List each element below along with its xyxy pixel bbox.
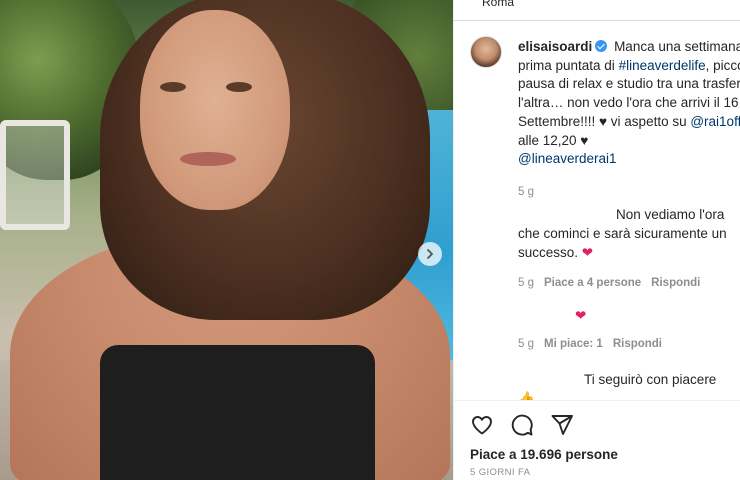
likes-count[interactable]: Piace a 19.696 persone xyxy=(470,447,618,462)
photo-eye xyxy=(160,82,186,92)
photo-face xyxy=(140,10,290,210)
comment-meta: 5 g Piace a 4 persone Rispondi xyxy=(518,274,733,293)
photo-chair xyxy=(0,120,70,230)
chevron-right-icon xyxy=(427,249,434,259)
comment-button[interactable] xyxy=(510,413,534,437)
share-icon xyxy=(551,415,573,435)
share-button[interactable] xyxy=(550,413,574,437)
divider xyxy=(454,20,740,21)
photo-eye xyxy=(226,82,252,92)
post-photo xyxy=(0,0,453,480)
comment-text: Ti seguirò con piacere xyxy=(584,372,717,387)
caption-meta: 5 g xyxy=(518,183,740,202)
caption-part: alle 12,20 ♥ xyxy=(518,132,589,148)
post-footer: Piace a 19.696 persone 5 GIORNI FA xyxy=(454,400,740,480)
mention-link[interactable]: @rai1official xyxy=(690,114,740,129)
caption-text: elisaisoardi Manca una settimana alla pr… xyxy=(518,38,740,202)
avatar[interactable] xyxy=(470,36,502,68)
reply-button[interactable]: Rispondi xyxy=(651,277,700,289)
caption-time: 5 g xyxy=(518,185,534,198)
reply-button[interactable]: Rispondi xyxy=(613,338,662,350)
comment-icon xyxy=(511,414,533,436)
heart-emoji: ❤ xyxy=(575,308,587,323)
mention-link[interactable]: @lineaverderai1 xyxy=(518,151,617,166)
comment-item: ❤ 5 g Mi piace: 1 Rispondi xyxy=(518,306,733,354)
heart-emoji: ❤ xyxy=(581,245,594,260)
next-photo-button[interactable] xyxy=(418,242,442,266)
comment-time: 5 g xyxy=(518,338,534,350)
comment-text: Non vediamo l'ora che cominci e sarà sic… xyxy=(518,207,727,260)
comment-likes[interactable]: Piace a 4 persone xyxy=(544,277,641,289)
comment-time: 5 g xyxy=(518,277,534,289)
photo-lips xyxy=(180,152,236,166)
comment-item: Non vediamo l'ora che cominci e sarà sic… xyxy=(518,205,733,293)
author-username[interactable]: elisaisoardi xyxy=(518,39,592,54)
comment-likes[interactable]: Mi piace: 1 xyxy=(544,338,603,350)
heart-icon xyxy=(472,416,492,435)
like-button[interactable] xyxy=(470,413,494,437)
comments-panel: Roma elisaisoardi Manca una settimana al… xyxy=(453,0,740,480)
post-location[interactable]: Roma xyxy=(482,0,514,9)
post-date: 5 GIORNI FA xyxy=(470,467,531,478)
hashtag-link[interactable]: #lineaverdelife xyxy=(619,58,706,73)
comment-meta: 5 g Mi piace: 1 Rispondi xyxy=(518,335,733,354)
photo-swimsuit xyxy=(100,345,375,480)
action-bar xyxy=(470,413,574,437)
verified-badge-icon xyxy=(595,40,608,52)
